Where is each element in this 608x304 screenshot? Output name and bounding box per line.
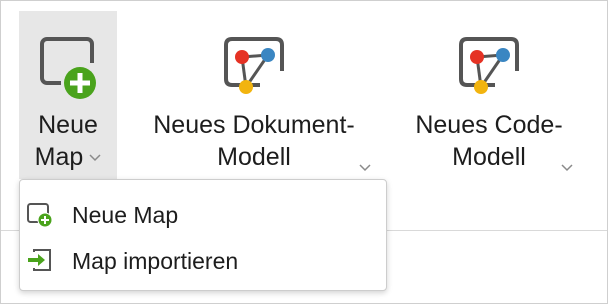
new-map-icon — [40, 37, 100, 99]
window-frame: Neue Map Neues Dokument- Modell Neues Co… — [0, 0, 608, 304]
new-code-model-label-line2: Modell — [452, 143, 526, 171]
import-map-icon — [28, 249, 51, 271]
graph-model-icon — [459, 37, 519, 94]
graph-model-icon — [224, 37, 284, 94]
menu-item-import-map[interactable]: Map importieren — [20, 238, 386, 284]
menu-item-label: Map importieren — [72, 248, 239, 274]
new-map-button[interactable]: Neue Map — [19, 11, 117, 179]
chevron-down-icon[interactable] — [561, 159, 573, 177]
new-document-model-label-line2: Modell — [217, 143, 291, 171]
new-code-model-button[interactable]: Neues Code- Modell — [389, 11, 589, 179]
new-document-model-label-line1: Neues Dokument- — [153, 111, 355, 139]
menu-item-new-map[interactable]: Neue Map — [20, 192, 386, 238]
new-map-label-line1: Neue — [38, 111, 98, 139]
menu-item-label: Neue Map — [72, 202, 179, 228]
new-code-model-label-line1: Neues Code- — [415, 111, 563, 139]
chevron-down-icon[interactable] — [89, 141, 101, 173]
new-document-model-button[interactable]: Neues Dokument- Modell — [129, 11, 379, 179]
new-map-dropdown-menu: Neue Map Map importieren — [19, 179, 387, 291]
new-map-small-icon — [27, 203, 53, 228]
chevron-down-icon[interactable] — [359, 159, 371, 177]
new-map-label-line2: Map — [34, 143, 84, 171]
